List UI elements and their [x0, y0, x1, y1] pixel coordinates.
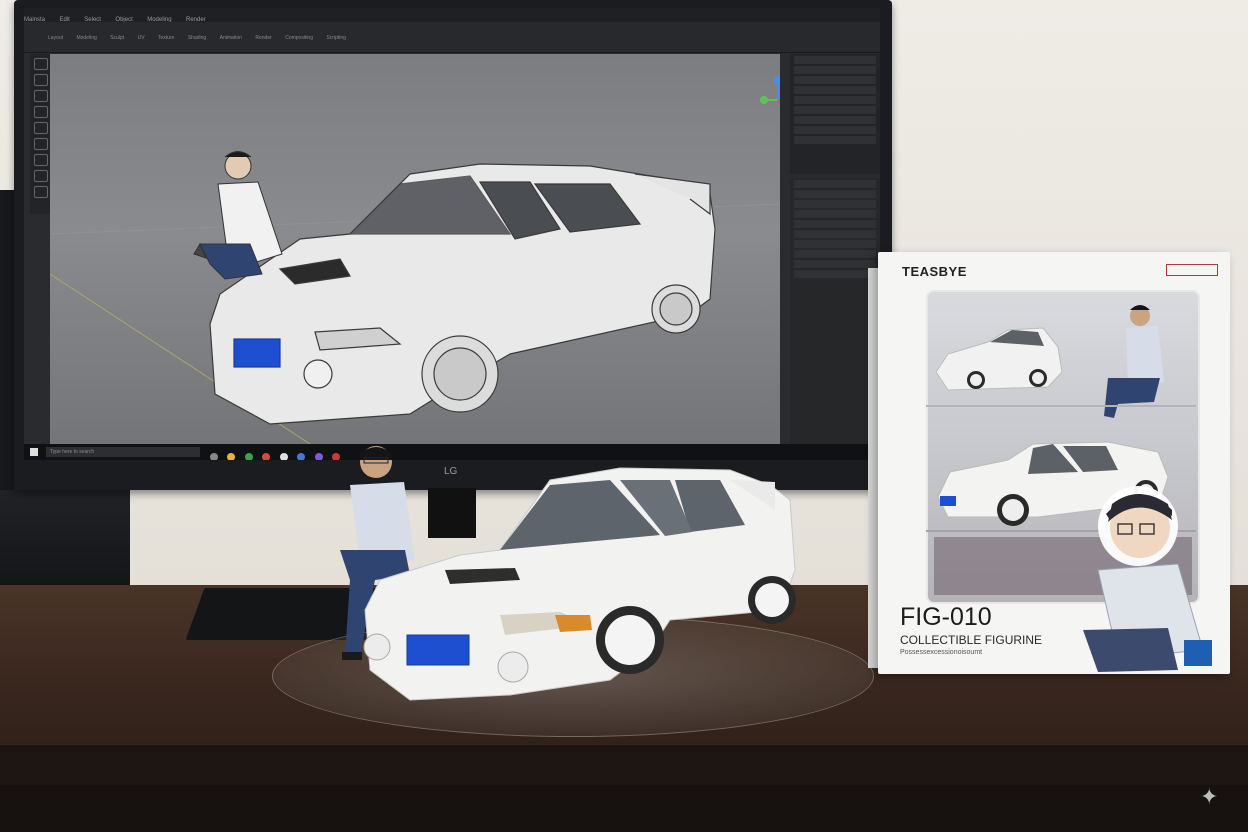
- workspace-toolbar: Layout Modeling Sculpt UV Texture Shadin…: [24, 22, 880, 53]
- app-icon[interactable]: [279, 453, 288, 460]
- physical-model-car: [363, 467, 796, 701]
- boxed-small-car: [935, 327, 1063, 391]
- folder-icon[interactable]: [227, 453, 236, 460]
- sparkle-icon: ✦: [1200, 784, 1219, 809]
- property-row[interactable]: [794, 220, 876, 228]
- tab-scripting[interactable]: Scripting: [326, 35, 345, 41]
- box-tray-divider: [926, 405, 1196, 407]
- outliner-row[interactable]: [794, 96, 876, 104]
- tool-shelf: [30, 54, 50, 214]
- box-brand-tag: [1166, 264, 1218, 276]
- 3d-viewport[interactable]: [49, 54, 787, 445]
- box-product-subtitle: Possessexcessionoisoumt: [900, 649, 983, 656]
- property-row[interactable]: [794, 210, 876, 218]
- browser-icon[interactable]: [262, 453, 271, 460]
- property-row[interactable]: [794, 180, 876, 188]
- property-row[interactable]: [794, 200, 876, 208]
- monitor: Mainsta Edit Select Object Modeling Rend…: [14, 0, 892, 490]
- box-brand: TEASBYE: [902, 264, 967, 279]
- monitor-screen: Mainsta Edit Select Object Modeling Rend…: [24, 8, 880, 460]
- desk-edge: [0, 745, 1248, 785]
- keyboard-area: [0, 785, 1248, 832]
- outliner-row[interactable]: [794, 106, 876, 114]
- annotate-tool-icon[interactable]: [34, 138, 48, 150]
- outliner-row[interactable]: [794, 116, 876, 124]
- box-product-code: FIG-010: [900, 603, 992, 631]
- tab-shading[interactable]: Shading: [188, 35, 206, 41]
- taskbar-search-input[interactable]: Type here to search: [46, 447, 200, 457]
- cursor-tool-icon[interactable]: [34, 170, 48, 182]
- properties-panel: [790, 178, 880, 444]
- outliner-row[interactable]: [794, 66, 876, 74]
- property-row[interactable]: [794, 250, 876, 258]
- transform-tool-icon[interactable]: [34, 122, 48, 134]
- tab-modeling[interactable]: Modeling: [76, 35, 96, 41]
- scale-tool-icon[interactable]: [34, 106, 48, 118]
- outliner-row[interactable]: [794, 56, 876, 64]
- measure-tool-icon[interactable]: [34, 154, 48, 166]
- publisher-logo: [1184, 640, 1212, 666]
- outliner-row[interactable]: [794, 126, 876, 134]
- move-tool-icon[interactable]: [34, 74, 48, 86]
- outliner-row[interactable]: [794, 136, 876, 144]
- outliner-panel: [790, 54, 880, 174]
- add-cube-icon[interactable]: [34, 186, 48, 198]
- outliner-row[interactable]: [794, 76, 876, 84]
- tab-layout[interactable]: Layout: [48, 35, 63, 41]
- tab-render[interactable]: Render: [255, 35, 271, 41]
- boxed-small-figure: [1104, 305, 1164, 418]
- outliner-row[interactable]: [794, 86, 876, 94]
- property-row[interactable]: [794, 260, 876, 268]
- menu-bar: Mainsta Edit Select Object Modeling Rend…: [24, 8, 880, 23]
- tab-animation[interactable]: Animation: [220, 35, 242, 41]
- task-view-icon[interactable]: [210, 453, 218, 460]
- app-icon[interactable]: [244, 453, 253, 460]
- tab-uv[interactable]: UV: [138, 35, 145, 41]
- tab-compositing[interactable]: Compositing: [285, 35, 313, 41]
- app-icon[interactable]: [297, 453, 306, 460]
- start-button-icon[interactable]: [30, 448, 38, 456]
- tab-texture[interactable]: Texture: [158, 35, 174, 41]
- tab-sculpt[interactable]: Sculpt: [110, 35, 124, 41]
- viewport-render: [49, 76, 787, 445]
- box-product-title: COLLECTIBLE FIGURINE: [900, 633, 1043, 647]
- navigation-gizmo-icon: [760, 76, 787, 111]
- physical-model-scene: [340, 446, 796, 701]
- property-row[interactable]: [794, 190, 876, 198]
- property-row[interactable]: [794, 240, 876, 248]
- wireframe-car: [209, 163, 716, 425]
- property-row[interactable]: [794, 270, 876, 278]
- property-row[interactable]: [794, 230, 876, 238]
- rotate-tool-icon[interactable]: [34, 90, 48, 102]
- select-tool-icon[interactable]: [34, 58, 48, 70]
